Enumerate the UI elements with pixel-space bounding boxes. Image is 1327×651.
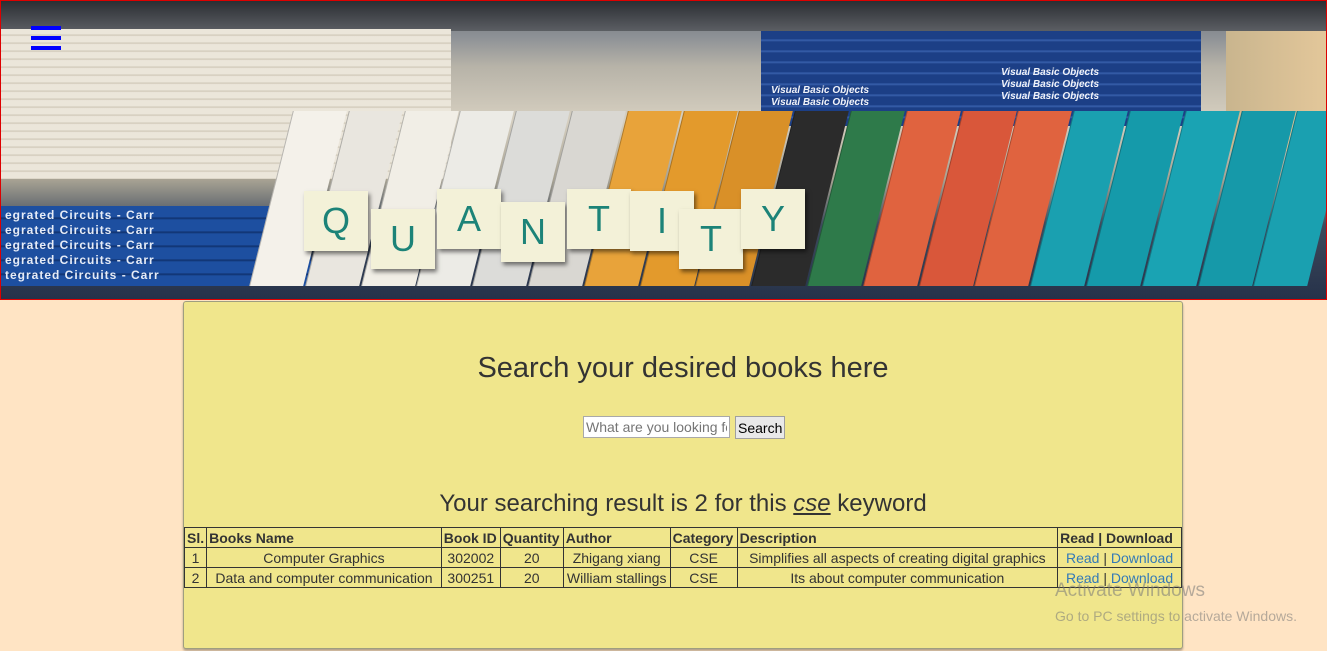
result-summary: Your searching result is 2 for this cse … <box>184 490 1182 518</box>
result-suffix: keyword <box>830 490 927 517</box>
result-keyword: cse <box>793 490 831 517</box>
cell-book-id: 302002 <box>440 547 501 568</box>
logo-tile-t: T <box>567 189 631 249</box>
book-spine-text: Visual Basic Objects <box>1001 67 1100 78</box>
cell-book-id: 300251 <box>440 567 501 588</box>
table-row: 1 Computer Graphics 302002 20 Zhigang xi… <box>183 547 1182 568</box>
book-spine-text: egrated Circuits - Carr <box>5 238 155 252</box>
book-spine-text: egrated Circuits - Carr <box>5 253 155 267</box>
cell-sl: 1 <box>183 547 208 568</box>
col-header-sl: Sl. <box>183 527 208 548</box>
col-header-read-download: Read | Download <box>1057 527 1182 548</box>
col-header-author: Author <box>562 527 671 548</box>
search-heading: Search your desired books here <box>477 352 889 384</box>
download-link[interactable]: Download <box>1111 550 1173 566</box>
hamburger-menu-icon[interactable] <box>31 26 61 52</box>
cell-book-name: Data and computer communication <box>206 567 442 588</box>
table-row: 2 Data and computer communication 300251… <box>183 567 1182 588</box>
col-header-book-id: Book ID <box>440 527 501 548</box>
read-link[interactable]: Read <box>1066 550 1099 566</box>
activate-windows-watermark: Activate Windows Go to PC settings to ac… <box>1055 580 1297 624</box>
book-spine-text: Visual Basic Objects <box>771 97 870 108</box>
cell-category: CSE <box>669 547 738 568</box>
logo-tile-y: Y <box>741 189 805 249</box>
search-button[interactable]: Search <box>735 416 786 439</box>
search-panel: Search your desired books here Search Yo… <box>183 301 1183 649</box>
shelf-top <box>1 1 1326 31</box>
logo-tile-u: U <box>371 209 435 269</box>
col-header-description: Description <box>736 527 1059 548</box>
cell-quantity: 20 <box>499 547 564 568</box>
cell-category: CSE <box>669 567 738 588</box>
search-input[interactable] <box>583 416 730 438</box>
logo-tile-q: Q <box>304 191 368 251</box>
logo-tile-n: N <box>501 202 565 262</box>
logo-tile-t2: T <box>679 209 743 269</box>
cell-author: Zhigang xiang <box>562 547 671 568</box>
results-table: Sl. Books Name Book ID Quantity Author C… <box>183 527 1182 588</box>
col-header-books-name: Books Name <box>206 527 442 548</box>
cell-sl: 2 <box>183 567 208 588</box>
result-prefix: Your searching result is 2 for this <box>439 490 794 517</box>
watermark-title: Activate Windows <box>1055 580 1205 601</box>
cell-description: Simplifies all aspects of creating digit… <box>736 547 1059 568</box>
cell-description: Its about computer communication <box>736 567 1059 588</box>
book-spine-text: egrated Circuits - Carr <box>5 223 155 237</box>
cell-actions: Read | Download <box>1057 547 1182 568</box>
header-banner: Visual Basic Objects Visual Basic Object… <box>0 0 1327 300</box>
book-spine-text: Visual Basic Objects <box>771 85 870 96</box>
watermark-subtitle: Go to PC settings to activate Windows. <box>1055 608 1297 624</box>
table-header-row: Sl. Books Name Book ID Quantity Author C… <box>183 527 1182 548</box>
logo-tile-a: A <box>437 189 501 249</box>
link-separator: | <box>1103 549 1107 566</box>
cell-quantity: 20 <box>499 567 564 588</box>
book-spine-text: Visual Basic Objects <box>1001 91 1100 102</box>
book-spine-text: Visual Basic Objects <box>1001 79 1100 90</box>
search-form: Search <box>583 416 786 439</box>
cell-book-name: Computer Graphics <box>206 547 442 568</box>
col-header-category: Category <box>669 527 738 548</box>
book-spine-text: egrated Circuits - Carr <box>5 208 155 222</box>
book-spine-text: tegrated Circuits - Carr <box>5 268 160 282</box>
cell-author: William stallings <box>562 567 671 588</box>
col-header-quantity: Quantity <box>499 527 564 548</box>
